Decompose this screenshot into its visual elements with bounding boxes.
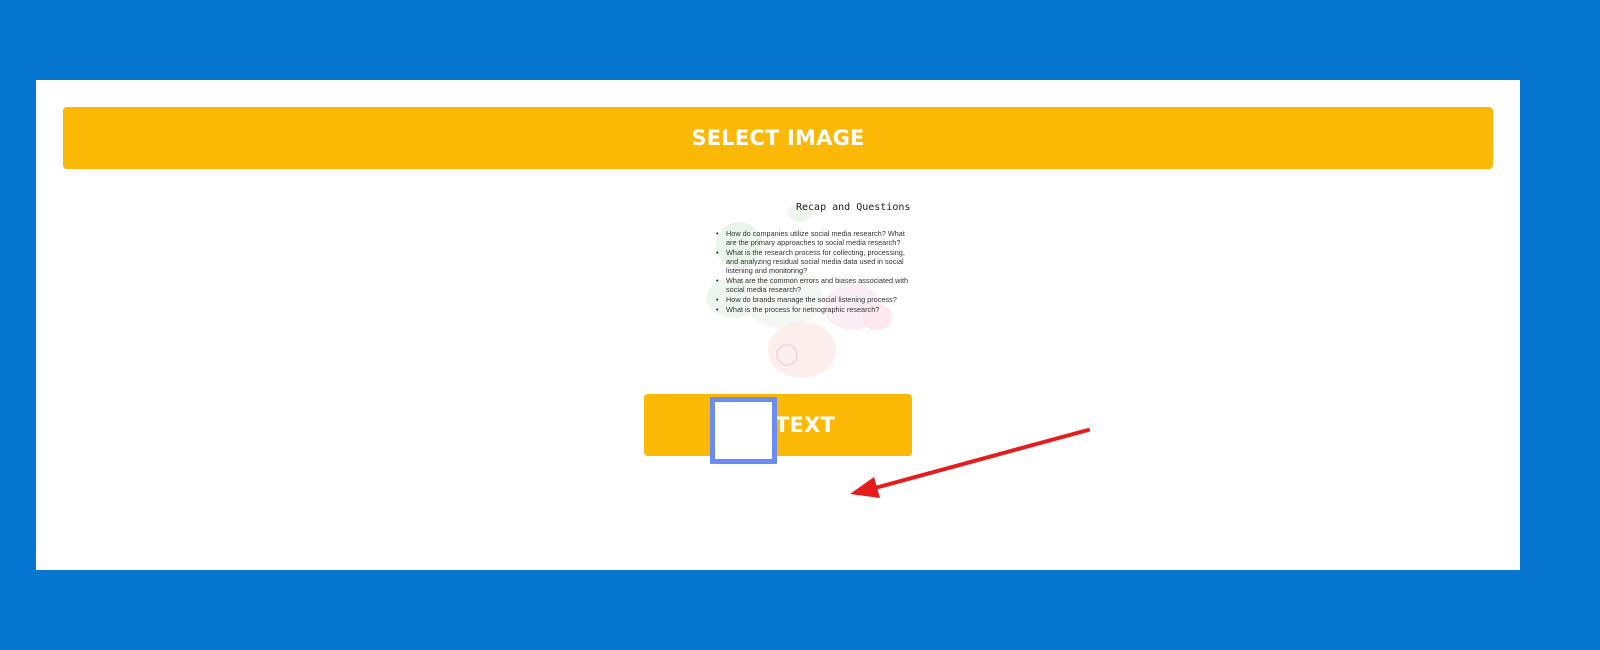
result-checkbox[interactable] [710, 397, 777, 464]
slide-bullet: What are the common errors and biases as… [716, 276, 916, 295]
slide-bullet: How do brands manage the social listenin… [716, 295, 916, 305]
slide-title: Recap and Questions [796, 202, 911, 213]
slide-bullet: What is the research process for collect… [716, 248, 916, 275]
get-text-button[interactable]: GET TEXT [644, 394, 912, 456]
slide-bullet: What is the process for netnographic res… [716, 306, 916, 315]
select-image-button[interactable]: SELECT IMAGE [63, 107, 1493, 169]
slide-bullet-list: How do companies utilize social media re… [714, 229, 916, 317]
preview-bubble [776, 344, 798, 366]
slide-bullet: How do companies utilize social media re… [716, 229, 916, 248]
main-panel: SELECT IMAGE Recap and Questions How do … [36, 80, 1520, 570]
